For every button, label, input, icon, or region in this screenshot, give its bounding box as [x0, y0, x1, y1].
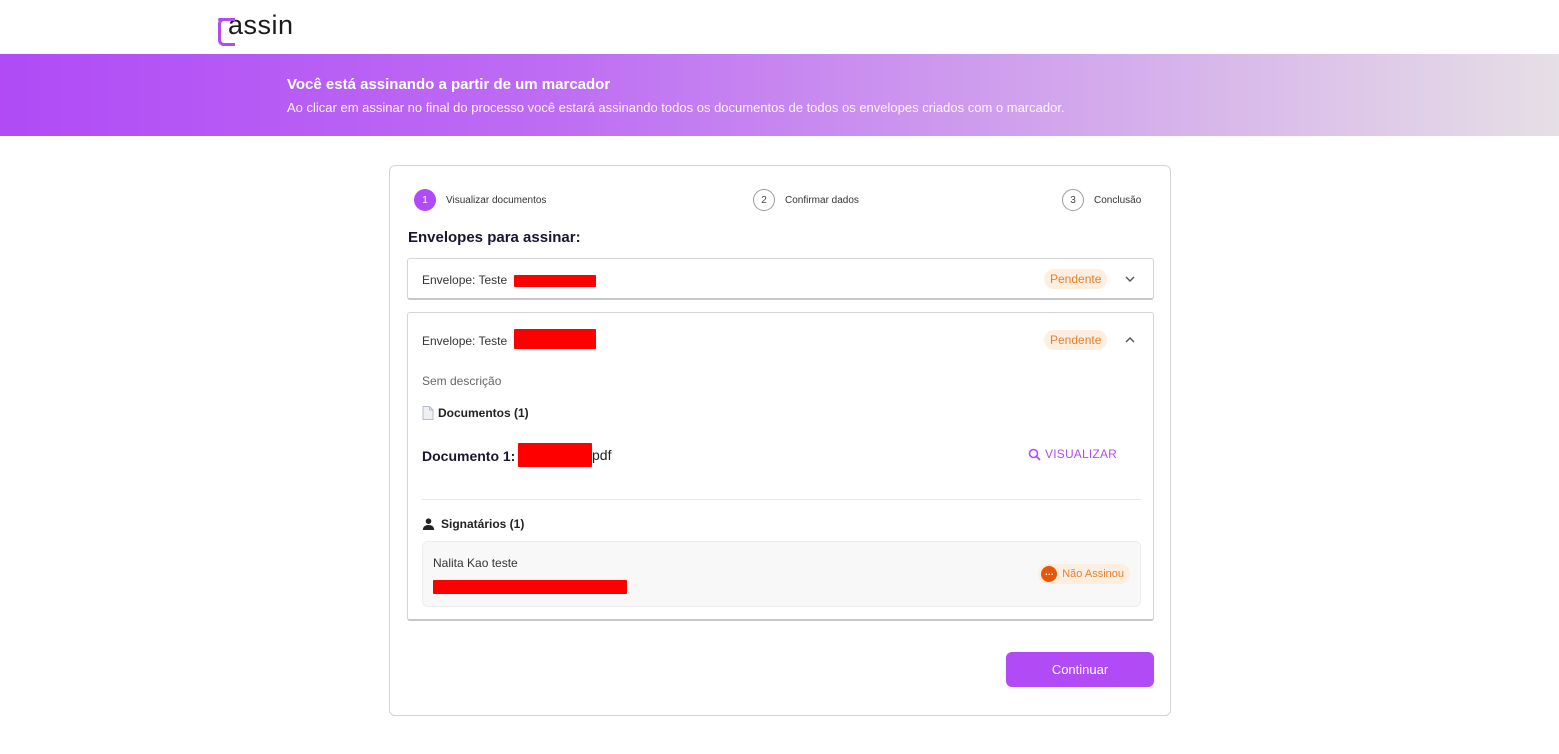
user-icon [422, 518, 435, 530]
signer-status-badge: … Não Assinou [1038, 564, 1130, 584]
signers-header: Signatários (1) [422, 517, 524, 531]
logo[interactable]: assin [218, 6, 294, 46]
divider [422, 499, 1141, 500]
stepper: 1 Visualizar documentos 2 Confirmar dado… [414, 188, 1148, 212]
document-extension: pdf [592, 447, 612, 463]
envelope-title-text: Envelope: Teste [422, 273, 508, 287]
signer-status-text: Não Assinou [1062, 568, 1124, 580]
envelope-title: Envelope: Teste [422, 328, 596, 349]
redacted-block [433, 578, 627, 596]
envelope-item: Envelope: Teste Pendente Sem descrição D… [407, 312, 1154, 621]
document-label: Documento 1: [422, 448, 516, 464]
redacted-block [513, 328, 596, 349]
step-label: Confirmar dados [785, 194, 859, 206]
step-conclusion: 3 Conclusão [1062, 188, 1141, 212]
envelope-description: Sem descrição [422, 374, 502, 388]
envelope-header[interactable]: Envelope: Teste Pendente [408, 320, 1153, 362]
document-row: Documento 1: pdf VISUALIZAR [422, 441, 1141, 471]
signer-card: Nalita Kao teste … Não Assinou [422, 541, 1141, 607]
step-number: 3 [1062, 189, 1084, 211]
envelope-item: Envelope: Teste Pendente [407, 258, 1154, 300]
top-bar: assin [0, 0, 1559, 54]
chevron-down-icon[interactable] [1122, 271, 1138, 287]
continue-button[interactable]: Continuar [1006, 652, 1154, 687]
documents-header: Documentos (1) [422, 406, 529, 420]
step-number: 2 [753, 189, 775, 211]
document-icon [422, 406, 434, 420]
banner-title: Você está assinando a partir de um marca… [287, 76, 611, 93]
signers-header-text: Signatários (1) [441, 517, 525, 531]
step-view-documents: 1 Visualizar documentos [414, 188, 546, 212]
redacted-block [518, 443, 592, 467]
step-label: Conclusão [1094, 194, 1142, 206]
envelope-title: Envelope: Teste [422, 273, 596, 287]
signer-name: Nalita Kao teste [433, 556, 518, 570]
document-name: pdf [518, 443, 611, 467]
step-confirm-data: 2 Confirmar dados [753, 188, 859, 212]
envelope-title-text: Envelope: Teste [422, 334, 508, 348]
signing-card: 1 Visualizar documentos 2 Confirmar dado… [389, 165, 1171, 716]
logo-text: assin [228, 10, 294, 40]
view-document-button[interactable]: VISUALIZAR [1028, 447, 1117, 461]
logo-mark-icon [218, 14, 235, 46]
search-icon [1028, 448, 1041, 461]
view-document-label: VISUALIZAR [1045, 447, 1118, 461]
step-number: 1 [414, 189, 436, 211]
status-badge: Pendente [1044, 330, 1108, 350]
documents-header-text: Documentos (1) [438, 406, 529, 420]
banner-subtitle: Ao clicar em assinar no final do process… [287, 100, 1065, 115]
step-label: Visualizar documentos [446, 194, 547, 206]
more-dots-icon: … [1041, 566, 1058, 582]
envelope-header[interactable]: Envelope: Teste Pendente [408, 259, 1153, 301]
status-badge: Pendente [1044, 269, 1108, 289]
chevron-up-icon[interactable] [1122, 332, 1138, 348]
section-title: Envelopes para assinar: [408, 229, 581, 246]
redacted-block [513, 274, 596, 287]
info-banner: Você está assinando a partir de um marca… [0, 54, 1559, 136]
